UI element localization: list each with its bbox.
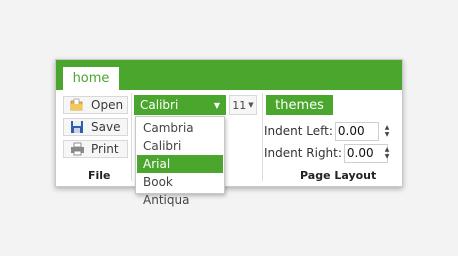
font-option-book-antiqua[interactable]: Book Antiqua — [137, 173, 223, 207]
chevron-down-icon: ▼ — [213, 100, 220, 110]
spin-up-icon[interactable]: ▲ — [385, 146, 390, 153]
indent-left-label: Indent Left: — [264, 124, 333, 138]
font-name-value: Calibri — [140, 98, 179, 112]
indent-right-spinner[interactable]: ▲ ▼ — [383, 144, 391, 162]
ribbon: home Open Save Print File Calibri ▼ 11 ▼… — [55, 59, 403, 187]
indent-left-input[interactable]: 0.00 — [334, 121, 379, 141]
ribbon-tabstrip: home — [56, 60, 402, 90]
font-name-dropdown[interactable]: Calibri ▼ — [134, 95, 226, 115]
save-button[interactable]: Save — [63, 118, 128, 136]
font-size-dropdown[interactable]: 11 ▼ — [229, 95, 257, 115]
ribbon-groups: Open Save Print File Calibri ▼ 11 ▼ them… — [56, 90, 402, 185]
file-group-label: File — [88, 169, 111, 182]
font-option-calibri[interactable]: Calibri — [137, 137, 223, 155]
font-option-arial[interactable]: Arial — [137, 155, 223, 173]
open-button[interactable]: Open — [63, 96, 128, 114]
page-layout-group-label: Page Layout — [300, 169, 377, 182]
print-label: Print — [91, 142, 119, 156]
indent-left-spinner[interactable]: ▲ ▼ — [383, 122, 391, 140]
themes-button[interactable]: themes — [266, 95, 333, 115]
print-button[interactable]: Print — [63, 140, 128, 158]
print-icon — [69, 141, 85, 157]
group-divider — [131, 93, 132, 181]
indent-right-label: Indent Right: — [264, 146, 342, 160]
font-option-cambria[interactable]: Cambria — [137, 119, 223, 137]
indent-right-input[interactable]: 0.00 — [343, 143, 388, 163]
spin-up-icon[interactable]: ▲ — [385, 124, 390, 131]
indent-right-row: Indent Right: 0.00 — [264, 143, 388, 163]
font-size-value: 11 — [232, 98, 247, 112]
save-label: Save — [91, 120, 121, 134]
spin-down-icon[interactable]: ▼ — [385, 131, 390, 138]
open-label: Open — [91, 98, 124, 112]
save-disk-icon — [69, 119, 85, 135]
chevron-down-icon: ▼ — [248, 101, 254, 109]
group-divider — [262, 93, 263, 181]
spin-down-icon[interactable]: ▼ — [385, 153, 390, 160]
open-folder-icon — [69, 97, 85, 113]
indent-left-row: Indent Left: 0.00 — [264, 121, 379, 141]
font-dropdown-list: Cambria Calibri Arial Book Antiqua — [135, 116, 225, 207]
tab-home[interactable]: home — [63, 67, 119, 90]
